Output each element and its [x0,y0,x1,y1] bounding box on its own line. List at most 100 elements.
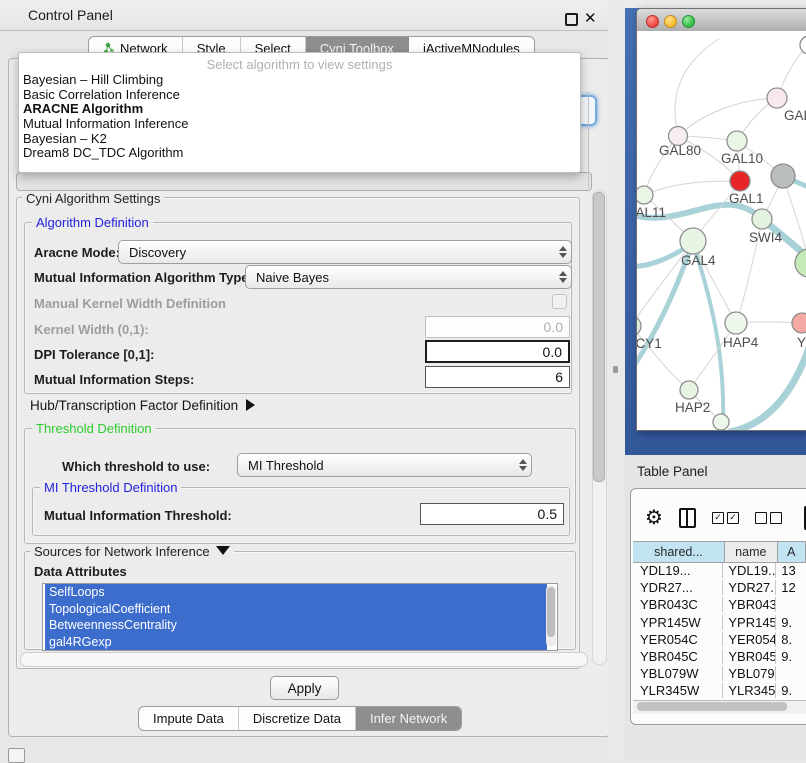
algorithm-option[interactable]: Dream8 DC_TDC Algorithm [19,146,580,161]
attribute-item[interactable]: SelfLoops [45,584,547,601]
select-all-columns-icon[interactable]: ✓ ✓ [712,512,739,524]
control-panel-titlebar: Control Panel ✕ [0,0,612,31]
table-panel-toolbar: ⚙ ✓ ✓ [633,498,806,538]
network-view-window: GALGAL80GAL10GAL1GAL11SWI4GAL4GCY1HAP4YH… [636,8,806,431]
network-node[interactable] [800,36,806,54]
node-label: Y [797,335,806,350]
network-node[interactable] [771,164,795,188]
mi-threshold-field[interactable]: 0.5 [420,503,564,525]
table-row[interactable]: YBR043CYBR043C [633,596,806,613]
attribute-list-scrollbar-thumb[interactable] [547,587,555,637]
table-row[interactable]: YER054CYER054C8. [633,631,806,648]
data-attributes-list[interactable]: SelfLoops TopologicalCoefficient Between… [42,583,558,651]
tab-discretize-data[interactable]: Discretize Data [239,707,356,730]
tab-infer-network-label: Infer Network [370,711,447,726]
splitter-handle[interactable] [613,366,618,373]
node-label: GAL80 [659,143,701,158]
table-cell: YDR27... [633,580,723,595]
algorithm-prompt: Select algorithm to view settings [19,53,580,73]
network-node-y[interactable] [792,313,806,333]
network-node-gal11[interactable] [637,186,653,204]
network-node-gal[interactable] [767,88,787,108]
table-row[interactable]: YBR045CYBR045C9. [633,648,806,665]
table-cell: 9. [776,649,806,664]
deselect-all-columns-icon[interactable] [755,512,782,524]
sources-title[interactable]: Sources for Network Inference [30,544,234,559]
table-cell: YPR145W [723,615,776,630]
dpi-tolerance-field[interactable]: 0.0 [425,340,570,363]
table-cell: YPR145W [633,615,723,630]
close-icon[interactable]: ✕ [584,9,598,23]
network-graph: GALGAL80GAL10GAL1GAL11SWI4GAL4GCY1HAP4YH… [637,31,806,430]
zoom-traffic-light-icon[interactable] [682,15,695,28]
network-edge [678,98,777,136]
apply-button[interactable]: Apply [270,676,339,700]
table-row[interactable]: YPR145WYPR145W9. [633,614,806,631]
table-cell: 9. [776,683,806,698]
algorithm-option[interactable]: Bayesian – Hill Climbing [19,73,580,88]
network-node-gal1[interactable] [730,171,750,191]
table-row[interactable]: YBL079WYBL079W [633,665,806,682]
network-node-gal4[interactable] [680,228,706,254]
column-header[interactable]: name [725,542,778,562]
table-cell: YBL079W [633,666,723,681]
attribute-item[interactable]: TopologicalCoefficient [45,601,547,618]
split-pane-gutter[interactable] [608,0,625,762]
gear-icon[interactable]: ⚙ [645,508,663,528]
split-columns-icon[interactable] [679,508,696,528]
table-row[interactable]: YDL19...YDL19...13 [633,562,806,579]
attribute-item[interactable]: BetweennessCentrality [45,617,547,634]
attribute-item[interactable]: gal4RGexp [45,634,547,651]
table-cell: YBR043C [633,597,723,612]
aracne-mode-combobox[interactable]: Discovery [118,240,572,264]
float-window-icon[interactable] [565,13,578,26]
settings-vertical-scrollbar-thumb[interactable] [593,192,605,482]
column-header[interactable]: A [778,542,806,562]
threshold-definition-title: Threshold Definition [32,421,156,436]
network-node[interactable] [795,249,806,277]
network-window-titlebar[interactable] [637,9,806,32]
hub-transcription-factor-section[interactable]: Hub/Transcription Factor Definition [30,398,255,413]
bottom-left-mini-icon[interactable] [8,748,25,763]
obscured-control-fragment [16,172,592,191]
table-row[interactable]: YLR345WYLR345W9. [633,682,806,699]
algorithm-dropdown-popup: Select algorithm to view settings Bayesi… [18,52,581,173]
network-node-gal10[interactable] [727,131,747,151]
close-traffic-light-icon[interactable] [646,15,659,28]
mi-steps-label: Mutual Information Steps: [34,372,194,387]
algorithm-option[interactable]: Bayesian – K2 [19,132,580,147]
settings-horizontal-scrollbar[interactable] [20,652,588,667]
table-rows: YDL19...YDL19...13YDR27...YDR27...12YBR0… [633,562,806,700]
table-cell: YBL079W [723,666,776,681]
network-node-swi4[interactable] [752,209,772,229]
tab-impute-data[interactable]: Impute Data [139,707,239,730]
unchecked-checkbox-icon [770,512,782,524]
mi-algorithm-type-combobox[interactable]: Naive Bayes [245,265,572,289]
which-threshold-combobox[interactable]: MI Threshold [237,453,532,477]
table-cell: YBR045C [723,649,776,664]
minimize-traffic-light-icon[interactable] [664,15,677,28]
network-node[interactable] [713,414,729,430]
manual-kernel-width-label: Manual Kernel Width Definition [34,296,226,311]
column-header[interactable]: shared... [633,542,725,562]
table-row[interactable]: YDR27...YDR27...12 [633,579,806,596]
network-node-hap2[interactable] [680,381,698,399]
network-node-gcy1[interactable] [637,316,641,336]
stepper-icon [555,271,571,283]
algorithm-option[interactable]: Basic Correlation Inference [19,88,580,103]
mi-steps-field[interactable]: 6 [425,366,570,388]
collapse-arrow-icon[interactable] [216,546,230,555]
which-threshold-value: MI Threshold [238,458,515,473]
table-cell: YDR27... [723,580,776,595]
expand-arrow-icon[interactable] [246,399,255,411]
manual-kernel-width-checkbox[interactable] [552,294,567,309]
kernel-width-field[interactable]: 0.0 [425,316,570,338]
table-cell: YER054C [633,632,723,647]
network-canvas[interactable]: GALGAL80GAL10GAL1GAL11SWI4GAL4GCY1HAP4YH… [637,31,806,430]
algorithm-option[interactable]: Mutual Information Inference [19,117,580,132]
node-label: SWI4 [749,230,782,245]
table-horizontal-scrollbar-thumb[interactable] [637,702,787,711]
algorithm-option-selected[interactable]: ARACNE Algorithm [19,102,580,117]
tab-infer-network[interactable]: Infer Network [356,707,461,730]
network-node-hap4[interactable] [725,312,747,334]
